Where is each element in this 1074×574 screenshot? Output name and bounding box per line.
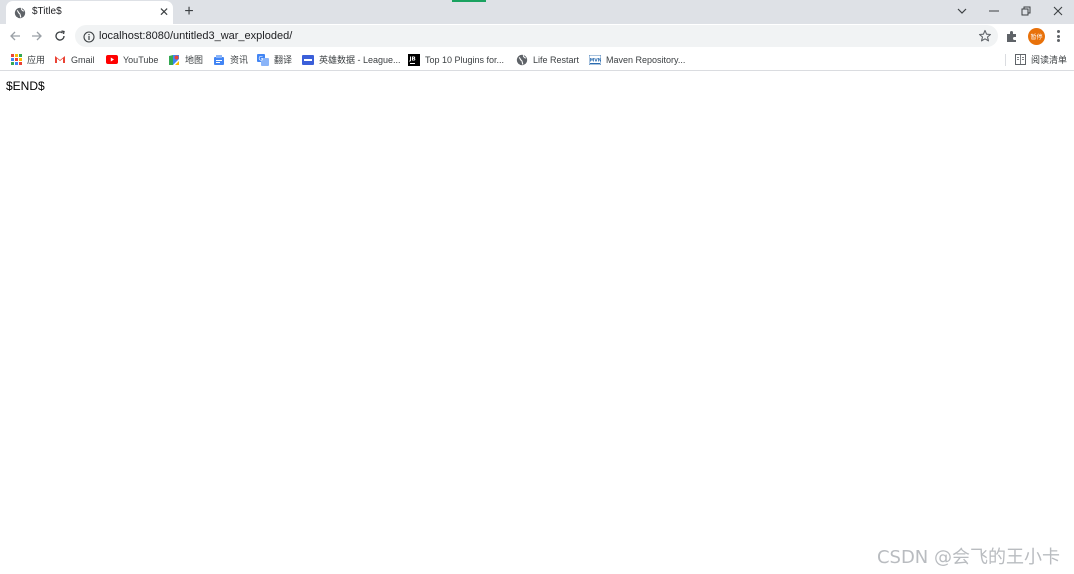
tab-strip: $Title$ ✕ + [0,0,1074,24]
bookmark-label: 英雄数据 - League... [319,55,401,65]
youtube-icon [106,54,118,66]
gmail-icon [54,54,66,66]
bookmarks-bar: 应用 Gmail YouTube 地图 资讯 G 翻译 英雄数据 - Leagu… [0,48,1074,71]
news-icon [213,54,225,66]
window-close-icon[interactable] [1047,2,1069,20]
bookmark-label: Life Restart [533,54,580,65]
bookmark-label: Top 10 Plugins for... [425,54,505,65]
url-text[interactable]: localhost:8080/untitled3_war_exploded/ [99,30,292,42]
url-path: :8080/untitled3_war_exploded/ [142,30,293,42]
page-viewport: $END$ CSDN @会飞的王小卡 [0,72,1074,574]
svg-text:G: G [259,55,264,62]
profile-avatar[interactable]: 暂停 [1028,28,1045,45]
browser-toolbar: localhost:8080/untitled3_war_exploded/ 暂… [0,24,1074,48]
bookmarks-divider [1005,54,1006,66]
tab-title: $Title$ [32,6,62,17]
reading-list-button[interactable]: 阅读清单 [1014,53,1067,66]
bookmark-translate[interactable]: G 翻译 [257,53,292,66]
tab-search-chevron-icon[interactable] [951,2,973,20]
translate-icon: G [257,53,269,66]
address-bar[interactable]: localhost:8080/untitled3_war_exploded/ [75,25,998,47]
jetbrains-icon: JB [408,53,420,66]
bookmark-maven[interactable]: MVN Maven Repository... [589,53,685,66]
minimize-icon[interactable] [983,2,1005,20]
bookmark-life-restart[interactable]: Life Restart [516,53,579,66]
url-host: localhost [99,30,143,42]
bookmark-gmail[interactable]: Gmail [54,53,95,66]
tab-close-icon[interactable]: ✕ [156,4,172,20]
bookmark-star-icon[interactable] [978,29,992,43]
reading-list-label: 阅读清单 [1031,55,1068,65]
maven-icon: MVN [589,54,601,66]
apps-grid-icon [10,54,22,66]
site-info-icon[interactable] [83,30,95,43]
league-icon [302,54,314,66]
maps-icon [168,54,180,66]
bookmark-apps[interactable]: 应用 [10,53,45,66]
bookmark-news[interactable]: 资讯 [213,53,248,66]
forward-arrow-icon[interactable] [28,27,46,45]
extensions-puzzle-icon[interactable] [1005,29,1019,43]
reading-list-icon [1014,54,1026,66]
svg-text:MVN: MVN [590,57,601,63]
svg-text:JB: JB [409,56,416,62]
new-tab-button[interactable]: + [180,3,198,21]
reload-icon[interactable] [51,27,69,45]
page-body-text: $END$ [6,79,45,93]
bookmark-jetbrains[interactable]: JB Top 10 Plugins for... [408,53,504,66]
bookmark-label: Maven Repository... [606,54,686,65]
browser-menu-icon[interactable] [1053,29,1063,43]
bookmark-label: YouTube [123,54,159,65]
bookmark-label: 翻译 [274,55,293,65]
bookmark-label: 资讯 [230,55,249,65]
bookmark-league[interactable]: 英雄数据 - League... [302,53,401,66]
bookmark-label: 地图 [185,55,204,65]
watermark: CSDN @会飞的王小卡 [876,547,1060,568]
bookmark-label: Gmail [71,54,95,65]
tab-active[interactable]: $Title$ ✕ [6,1,173,24]
globe-icon [516,54,528,66]
bookmark-label: 应用 [27,55,46,65]
back-arrow-icon[interactable] [6,27,24,45]
bookmark-youtube[interactable]: YouTube [106,53,158,66]
tab-strip-accent [452,0,486,2]
bookmark-maps[interactable]: 地图 [168,53,203,66]
globe-icon [14,6,26,19]
restore-icon[interactable] [1015,2,1037,20]
